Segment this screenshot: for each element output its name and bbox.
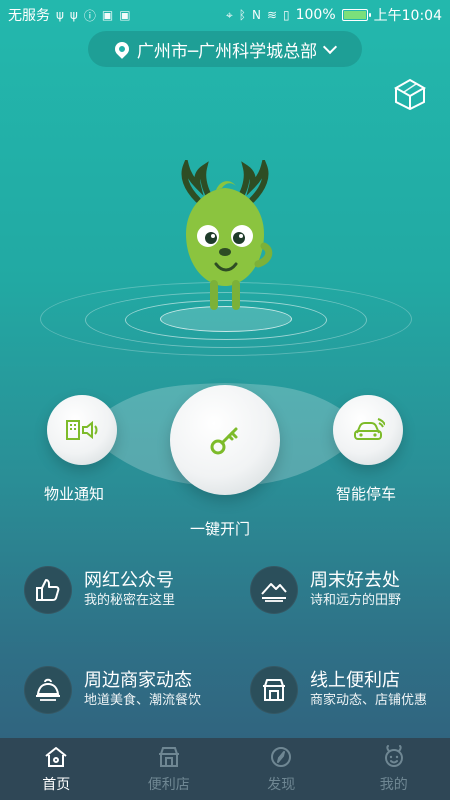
smart-parking-button[interactable] bbox=[333, 395, 403, 465]
feature-text: 周末好去处 诗和远方的田野 bbox=[310, 570, 401, 610]
location-icon: ⌖ bbox=[225, 7, 233, 22]
feature-title: 周边商家动态 bbox=[84, 670, 192, 691]
key-icon bbox=[170, 385, 280, 495]
feature-subtitle: 地道美食、潮流餐饮 bbox=[84, 693, 202, 708]
smart-parking-label: 智能停车 bbox=[336, 485, 397, 503]
tab-label: 我的 bbox=[379, 777, 408, 793]
feature-text: 线上便利店 商家动态、店铺优惠 bbox=[310, 670, 427, 710]
deer-icon bbox=[380, 744, 408, 770]
feature-title: 网红公众号 bbox=[84, 570, 174, 591]
building-announcement-icon bbox=[47, 395, 117, 465]
mountain-icon bbox=[250, 566, 298, 614]
tab-label: 便利店 bbox=[147, 777, 190, 793]
feature-subtitle: 诗和远方的田野 bbox=[310, 593, 402, 608]
location-pin-icon bbox=[111, 39, 132, 59]
info-icon: ⓘ bbox=[83, 8, 96, 23]
feature-nearby-merchants[interactable]: 周边商家动态 地道美食、潮流餐饮 bbox=[24, 666, 201, 714]
battery-icon bbox=[341, 9, 371, 21]
chevron-down-icon bbox=[323, 39, 338, 55]
app-icon: ▣ bbox=[119, 8, 131, 22]
tab-discover[interactable]: 发现 bbox=[225, 744, 337, 794]
bluetooth-icon: ᛒ bbox=[238, 8, 246, 22]
tab-convenience-store[interactable]: 便利店 bbox=[113, 744, 225, 794]
tab-home[interactable]: 首页 bbox=[0, 744, 112, 794]
compass-icon bbox=[267, 744, 295, 770]
store-icon bbox=[250, 666, 298, 714]
property-notice-label: 物业通知 bbox=[44, 485, 105, 503]
wifi-icon: ≋ bbox=[266, 8, 277, 22]
thumbs-up-icon bbox=[24, 566, 72, 614]
deer-mascot bbox=[160, 156, 290, 320]
bottom-tab-bar: 首页 便利店 发现 我的 bbox=[0, 738, 450, 800]
store-icon bbox=[155, 744, 183, 770]
cloche-icon bbox=[24, 666, 72, 714]
feature-official-account[interactable]: 网红公众号 我的秘密在这里 bbox=[24, 566, 175, 614]
property-notice-button[interactable] bbox=[47, 395, 117, 465]
battery-percent: 100% bbox=[295, 7, 336, 23]
feature-text: 周边商家动态 地道美食、潮流餐饮 bbox=[84, 670, 201, 710]
one-tap-open-door-label: 一键开门 bbox=[190, 520, 251, 538]
feature-weekend-places[interactable]: 周末好去处 诗和远方的田野 bbox=[250, 566, 401, 614]
tab-label: 发现 bbox=[267, 777, 296, 793]
app-icon: ▣ bbox=[101, 8, 114, 22]
location-selector[interactable]: 广州市─广州科学城总部 bbox=[88, 31, 362, 67]
clock: 上午10:04 bbox=[373, 8, 442, 24]
feature-title: 周末好去处 bbox=[310, 570, 400, 591]
location-text: 广州市─广州科学城总部 bbox=[136, 41, 318, 62]
status-left: 无服务 ψ ψ ⓘ ▣ ▣ bbox=[8, 5, 131, 25]
feature-online-store[interactable]: 线上便利店 商家动态、店铺优惠 bbox=[250, 666, 427, 714]
carrier-text: 无服务 bbox=[8, 8, 50, 24]
tab-label: 首页 bbox=[42, 777, 71, 793]
sim-icon: ▯ bbox=[283, 8, 290, 22]
nfc-icon: N bbox=[251, 8, 261, 22]
tab-mine[interactable]: 我的 bbox=[338, 744, 450, 794]
feature-title: 线上便利店 bbox=[310, 670, 400, 691]
one-tap-open-door-button[interactable] bbox=[170, 385, 280, 495]
feature-subtitle: 商家动态、店铺优惠 bbox=[310, 693, 428, 708]
usb-icon: ψ bbox=[56, 8, 64, 22]
usb-icon: ψ bbox=[69, 8, 78, 22]
status-right: ⌖ ᛒ N ≋ ▯ 100% 上午10:04 bbox=[226, 5, 442, 25]
feature-subtitle: 我的秘密在这里 bbox=[84, 593, 176, 608]
feature-text: 网红公众号 我的秘密在这里 bbox=[84, 570, 175, 610]
treasure-box-icon[interactable] bbox=[390, 74, 430, 111]
home-icon bbox=[42, 744, 70, 770]
status-bar: 无服务 ψ ψ ⓘ ▣ ▣ ⌖ ᛒ N ≋ ▯ 100% 上午10:04 bbox=[0, 0, 450, 30]
car-icon bbox=[333, 395, 403, 465]
